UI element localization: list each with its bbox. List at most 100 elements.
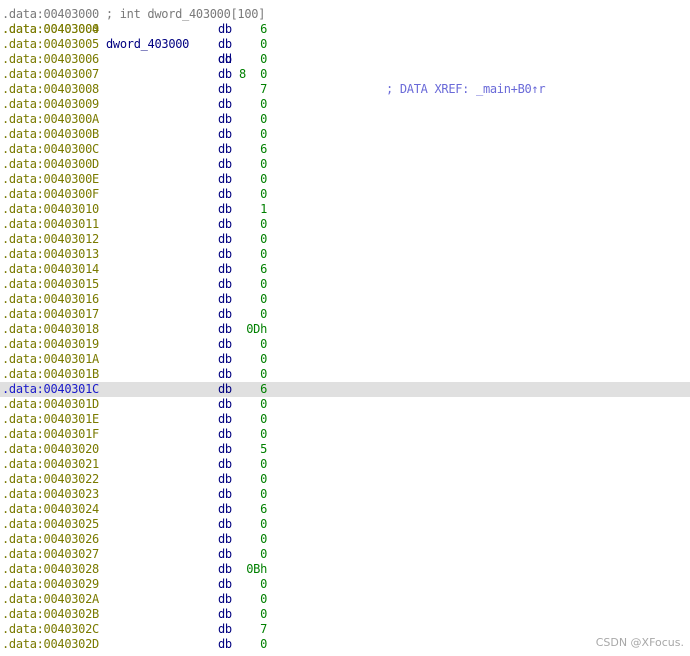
listing-line[interactable]: .data:00403014 db 6	[0, 262, 690, 277]
listing-line[interactable]: .data:00403007 db 0	[0, 67, 690, 82]
data-value: 0	[260, 457, 267, 471]
listing-line-selected[interactable]: .data:0040301C db 6	[0, 382, 690, 397]
listing-line[interactable]: .data:00403006 db 0	[0, 52, 690, 67]
listing-line[interactable]: .data:00403012 db 0	[0, 232, 690, 247]
disassembly-listing[interactable]: .data:00403000 ; int dword_403000[100] .…	[0, 0, 690, 652]
data-value: 0	[260, 412, 267, 426]
listing-line[interactable]: .data:00403027 db 0	[0, 547, 690, 562]
listing-line[interactable]: .data:00403022 db 0	[0, 472, 690, 487]
listing-line[interactable]: .data:0040301D db 0	[0, 397, 690, 412]
listing-line[interactable]: .data:00403019 db 0	[0, 337, 690, 352]
address-label: .data:0040301A	[2, 352, 99, 366]
address-label: .data:0040301B	[2, 367, 99, 381]
address-label: .data:00403028	[2, 562, 99, 576]
address-label: .data:00403014	[2, 262, 99, 276]
data-value: 7	[260, 82, 267, 96]
data-value: 0	[260, 472, 267, 486]
directive-mnemonic: db	[218, 142, 232, 156]
listing-line[interactable]: .data:00403008 db 7	[0, 82, 690, 97]
directive-mnemonic: db	[218, 322, 232, 336]
address-label: .data:00403018	[2, 322, 99, 336]
listing-line[interactable]: .data:00403021 db 0	[0, 457, 690, 472]
data-value: 1	[260, 202, 267, 216]
listing-line[interactable]: .data:0040300D db 0	[0, 157, 690, 172]
address-label: .data:00403007	[2, 67, 99, 81]
listing-line[interactable]: .data:00403004 db 6	[0, 22, 690, 37]
directive-mnemonic: db	[218, 472, 232, 486]
listing-line[interactable]: .data:0040301A db 0	[0, 352, 690, 367]
data-value: 0	[260, 592, 267, 606]
listing-line[interactable]: .data:0040300F db 0	[0, 187, 690, 202]
listing-line[interactable]: .data:00403024 db 6	[0, 502, 690, 517]
listing-line[interactable]: .data:00403017 db 0	[0, 307, 690, 322]
data-value: 0Dh	[246, 322, 267, 336]
watermark: CSDN @XFocus.	[595, 636, 684, 649]
listing-line[interactable]: .data:00403016 db 0	[0, 292, 690, 307]
directive-mnemonic: db	[218, 517, 232, 531]
listing-line[interactable]: .data:0040301F db 0	[0, 427, 690, 442]
directive-mnemonic: db	[218, 247, 232, 261]
address-label: .data:00403019	[2, 337, 99, 351]
data-value: 0	[260, 397, 267, 411]
directive-mnemonic: db	[218, 457, 232, 471]
data-value: 6	[260, 142, 267, 156]
address-label: .data:00403005	[2, 37, 99, 51]
listing-line[interactable]: .data:0040301B db 0	[0, 367, 690, 382]
listing-line[interactable]: .data:00403005 db 0	[0, 37, 690, 52]
listing-line[interactable]: .data:00403026 db 0	[0, 532, 690, 547]
listing-line[interactable]: .data:00403025 db 0	[0, 517, 690, 532]
address-label: .data:0040301F	[2, 427, 99, 441]
data-value: 6	[260, 382, 267, 396]
address-label: .data:0040302B	[2, 607, 99, 621]
header-comment-line[interactable]: .data:00403000 ; int dword_403000[100]	[0, 0, 690, 21]
address-label: .data:00403026	[2, 532, 99, 546]
listing-line[interactable]: .data:00403011 db 0	[0, 217, 690, 232]
listing-line-first[interactable]: .data:00403000 dword_403000 dd 8 ; DATA …	[0, 7, 690, 96]
listing-line[interactable]: .data:0040300A db 0	[0, 112, 690, 127]
listing-line[interactable]: .data:0040302A db 0	[0, 592, 690, 607]
address-label: .data:00403012	[2, 232, 99, 246]
address-label: .data:00403008	[2, 82, 99, 96]
directive-mnemonic: db	[218, 337, 232, 351]
data-value: 0	[260, 307, 267, 321]
directive-mnemonic: db	[218, 37, 232, 51]
listing-line[interactable]: .data:00403015 db 0	[0, 277, 690, 292]
address-label: .data:00403006	[2, 52, 99, 66]
listing-line[interactable]: .data:00403009 db 0	[0, 97, 690, 112]
listing-line[interactable]: .data:00403020 db 5	[0, 442, 690, 457]
listing-line[interactable]: .data:00403018 db 0Dh	[0, 322, 690, 337]
directive-mnemonic: db	[218, 262, 232, 276]
listing-line[interactable]: .data:0040302C db 7	[0, 622, 690, 637]
listing-line[interactable]: .data:0040302B db 0	[0, 607, 690, 622]
listing-line[interactable]: .data:00403029 db 0	[0, 577, 690, 592]
address-label: .data:00403023	[2, 487, 99, 501]
address-label: .data:0040300C	[2, 142, 99, 156]
address-label: .data:0040301C	[2, 382, 99, 396]
listing-line[interactable]: .data:0040300E db 0	[0, 172, 690, 187]
directive-mnemonic: db	[218, 22, 232, 36]
directive-mnemonic: db	[218, 202, 232, 216]
directive-mnemonic: db	[218, 217, 232, 231]
data-value: 0	[260, 112, 267, 126]
directive-mnemonic: db	[218, 427, 232, 441]
address-label: .data:00403017	[2, 307, 99, 321]
directive-mnemonic: db	[218, 397, 232, 411]
listing-line[interactable]: .data:0040300B db 0	[0, 127, 690, 142]
data-value: 0	[260, 547, 267, 561]
directive-mnemonic: db	[218, 592, 232, 606]
data-value: 7	[260, 622, 267, 636]
directive-mnemonic: db	[218, 412, 232, 426]
directive-mnemonic: db	[218, 127, 232, 141]
address-label: .data:0040302C	[2, 622, 99, 636]
directive-mnemonic: db	[218, 82, 232, 96]
listing-line[interactable]: .data:00403013 db 0	[0, 247, 690, 262]
directive-mnemonic: db	[218, 187, 232, 201]
listing-line[interactable]: .data:0040301E db 0	[0, 412, 690, 427]
listing-line[interactable]: .data:00403010 db 1	[0, 202, 690, 217]
listing-line[interactable]: .data:0040300C db 6	[0, 142, 690, 157]
listing-line[interactable]: .data:00403023 db 0	[0, 487, 690, 502]
listing-line[interactable]: .data:00403028 db 0Bh	[0, 562, 690, 577]
address-label: .data:00403016	[2, 292, 99, 306]
address-label: .data:0040300A	[2, 112, 99, 126]
listing-line[interactable]: .data:0040302D db 0	[0, 637, 690, 652]
